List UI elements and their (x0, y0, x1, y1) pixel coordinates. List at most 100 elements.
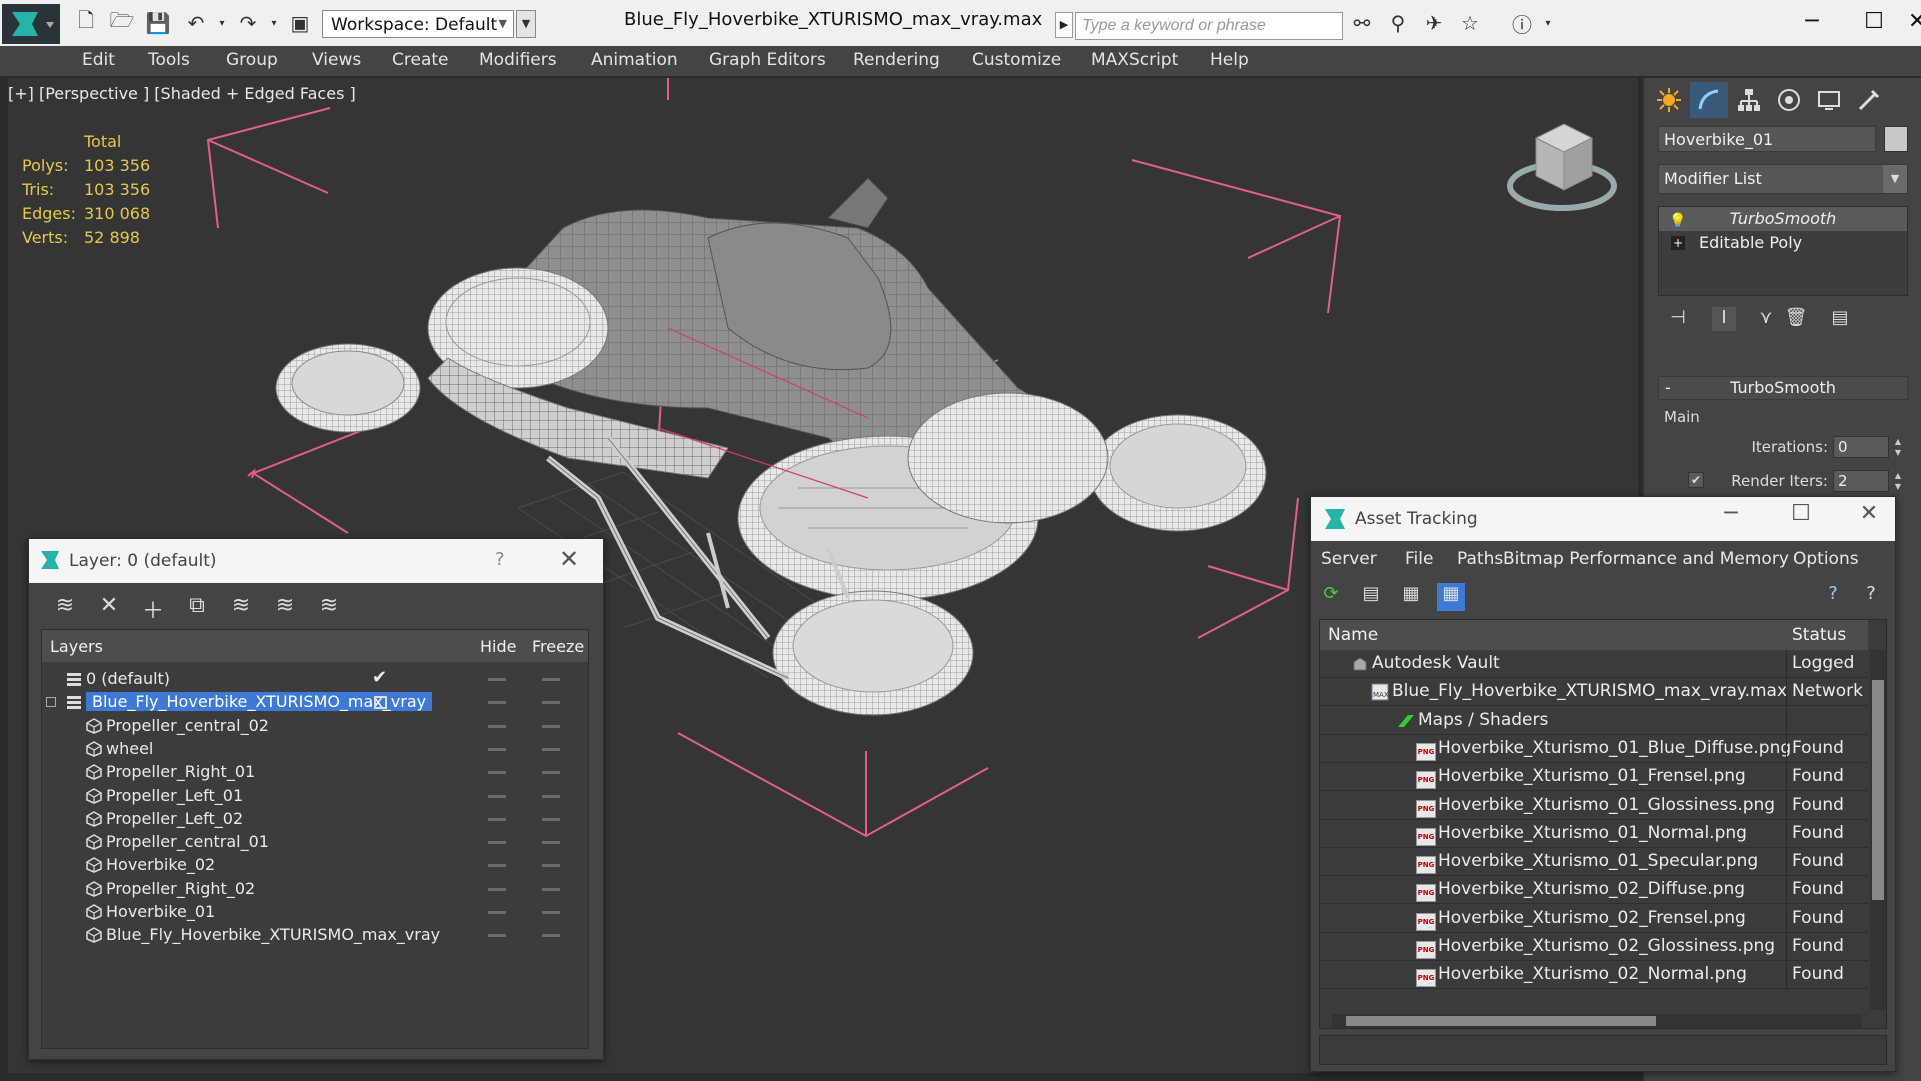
asset-dialog-titlebar[interactable]: Asset Tracking ─ ☐ ✕ (1311, 497, 1895, 541)
collapse-toggle-icon[interactable] (46, 697, 56, 708)
search-expand-button[interactable]: ▶ (1055, 12, 1073, 38)
maximize-icon[interactable]: ☐ (1781, 501, 1821, 526)
configure-modifier-sets-icon[interactable]: ▤ (1828, 307, 1852, 331)
menu-customize[interactable]: Customize (972, 50, 1061, 70)
asset-menu-bitmap[interactable]: Bitmap Performance and Memory (1503, 549, 1789, 569)
pin-stack-icon[interactable]: ⊣ (1666, 307, 1690, 331)
hide-all-layers-icon[interactable]: ≋ (271, 593, 299, 621)
hide-toggle[interactable] (488, 841, 506, 845)
workspace-select[interactable]: Workspace: Default ▼ (322, 10, 514, 38)
help-icon[interactable]: ? (495, 549, 505, 570)
key-icon[interactable]: ⚲ (1384, 10, 1412, 36)
freeze-all-layers-icon[interactable]: ≋ (315, 593, 343, 621)
help-dropdown-icon[interactable]: ▾ (1534, 10, 1562, 36)
hide-toggle[interactable] (488, 724, 506, 728)
project-folder-icon[interactable]: ▣ (286, 10, 314, 36)
close-icon[interactable]: ✕ (559, 545, 579, 573)
asset-path-field[interactable] (1319, 1035, 1887, 1065)
freeze-toggle[interactable] (542, 724, 560, 728)
maximize-icon[interactable]: ☐ (1846, 6, 1902, 38)
asset-row[interactable]: PNG Hoverbike_Xturismo_02_Diffuse.png Foun… (1320, 876, 1868, 905)
layer-dialog-titlebar[interactable]: Layer: 0 (default) ? ✕ (29, 539, 603, 583)
hide-toggle[interactable] (488, 817, 506, 821)
menu-help[interactable]: Help (1210, 50, 1249, 70)
menu-create[interactable]: Create (392, 50, 449, 70)
vertical-scrollbar[interactable] (1870, 650, 1886, 1010)
asset-menu-server[interactable]: Server (1321, 549, 1377, 569)
keyword-search-input[interactable] (1075, 12, 1343, 40)
menu-maxscript[interactable]: MAXScript (1091, 50, 1178, 70)
asset-menu-paths[interactable]: Paths (1457, 549, 1503, 569)
freeze-toggle[interactable] (542, 864, 560, 868)
asset-row[interactable]: Maps / Shaders (1320, 706, 1868, 735)
asset-row[interactable]: PNG Hoverbike_Xturismo_01_Normal.png Found (1320, 819, 1868, 848)
table-view-icon[interactable]: ▦ (1437, 583, 1465, 611)
column-name[interactable]: Name (1328, 625, 1378, 645)
asset-row[interactable]: Autodesk Vault Logged (1320, 650, 1868, 678)
undo-icon[interactable]: ↶ (182, 10, 210, 36)
context-help-icon[interactable]: ? (1857, 583, 1885, 611)
column-layers[interactable]: Layers (50, 637, 103, 656)
asset-menu-file[interactable]: File (1405, 549, 1433, 569)
menu-rendering[interactable]: Rendering (853, 50, 940, 70)
minimize-icon[interactable]: ─ (1784, 6, 1840, 38)
freeze-toggle[interactable] (542, 701, 560, 705)
menu-edit[interactable]: Edit (82, 50, 115, 70)
layer-object-row[interactable]: Propeller_Right_02 (42, 876, 588, 902)
menu-animation[interactable]: Animation (591, 50, 678, 70)
menu-modifiers[interactable]: Modifiers (479, 50, 557, 70)
list-view-icon[interactable]: ▤ (1357, 583, 1385, 611)
remove-modifier-icon[interactable]: 🗑 (1784, 307, 1808, 331)
vault-help-icon[interactable]: ? (1819, 583, 1847, 611)
layer-object-row[interactable]: Propeller_central_02 (42, 713, 588, 739)
lightbulb-icon[interactable]: 💡 (1669, 209, 1686, 229)
turbosmooth-rollout-header[interactable]: - TurboSmooth (1658, 376, 1908, 400)
make-unique-icon[interactable]: ⋎ (1754, 307, 1778, 331)
stack-item-editable-poly[interactable]: + Editable Poly (1659, 231, 1907, 255)
hierarchy-tab-icon[interactable] (1730, 82, 1768, 118)
layer-object-row[interactable]: Propeller_Right_01 (42, 759, 588, 785)
create-tab-icon[interactable] (1650, 82, 1688, 118)
layer-object-row[interactable]: Propeller_Left_01 (42, 783, 588, 809)
close-icon[interactable]: ✕ (1849, 501, 1889, 526)
viewport-label-menu[interactable]: [+] [Perspective ] [Shaded + Edged Faces… (8, 84, 356, 103)
freeze-toggle[interactable] (542, 911, 560, 914)
redo-icon[interactable]: ↷ (234, 10, 262, 36)
select-objects-icon[interactable]: ⧉ (183, 593, 211, 621)
expand-plus-icon[interactable]: + (1671, 236, 1685, 250)
current-layer-check-icon[interactable]: ✔ (372, 667, 388, 688)
refresh-icon[interactable]: ⟳ (1317, 583, 1345, 611)
workspace-menu-button[interactable]: ▼ (516, 10, 536, 38)
menu-views[interactable]: Views (312, 50, 361, 70)
layer-object-row[interactable]: Hoverbike_02 (42, 852, 588, 878)
object-color-swatch[interactable] (1884, 126, 1908, 152)
motion-tab-icon[interactable] (1770, 82, 1808, 118)
thumbnail-view-icon[interactable]: ▦ (1397, 583, 1425, 611)
freeze-toggle[interactable] (542, 817, 560, 821)
display-tab-icon[interactable] (1810, 82, 1848, 118)
layer-object-row[interactable]: Blue_Fly_Hoverbike_XTURISMO_max_vray (42, 922, 588, 948)
spinner-icon[interactable]: ▲ ▼ (1892, 470, 1904, 492)
highlight-layer-icon[interactable]: ≋ (227, 593, 255, 621)
layer-row[interactable]: Blue_Fly_Hoverbike_XTURISMO_max_vray (42, 689, 588, 715)
help-icon[interactable]: ⓘ (1508, 10, 1536, 37)
menu-tools[interactable]: Tools (148, 50, 190, 70)
menu-graph-editors[interactable]: Graph Editors (709, 50, 826, 70)
minimize-icon[interactable]: ─ (1711, 501, 1751, 526)
asset-row[interactable]: PNG Hoverbike_Xturismo_01_Frensel.png Foun… (1320, 763, 1868, 792)
hide-toggle[interactable] (488, 747, 506, 751)
open-file-icon[interactable]: 🗁 (108, 8, 136, 36)
hide-toggle[interactable] (488, 864, 506, 868)
render-iters-input[interactable]: 2 (1833, 470, 1889, 492)
hide-toggle[interactable] (488, 678, 506, 681)
freeze-toggle[interactable] (542, 934, 560, 938)
close-icon[interactable]: ✕ (1908, 6, 1921, 38)
layer-object-row[interactable]: Propeller_Left_02 (42, 806, 588, 832)
column-freeze[interactable]: Freeze (532, 637, 584, 656)
column-hide[interactable]: Hide (480, 637, 516, 656)
app-logo-icon[interactable] (2, 4, 60, 44)
layer-object-row[interactable]: Hoverbike_01 (42, 899, 588, 925)
layer-object-row[interactable]: wheel (42, 736, 588, 762)
save-icon[interactable]: 💾 (144, 10, 172, 36)
utilities-tab-icon[interactable] (1850, 82, 1888, 118)
